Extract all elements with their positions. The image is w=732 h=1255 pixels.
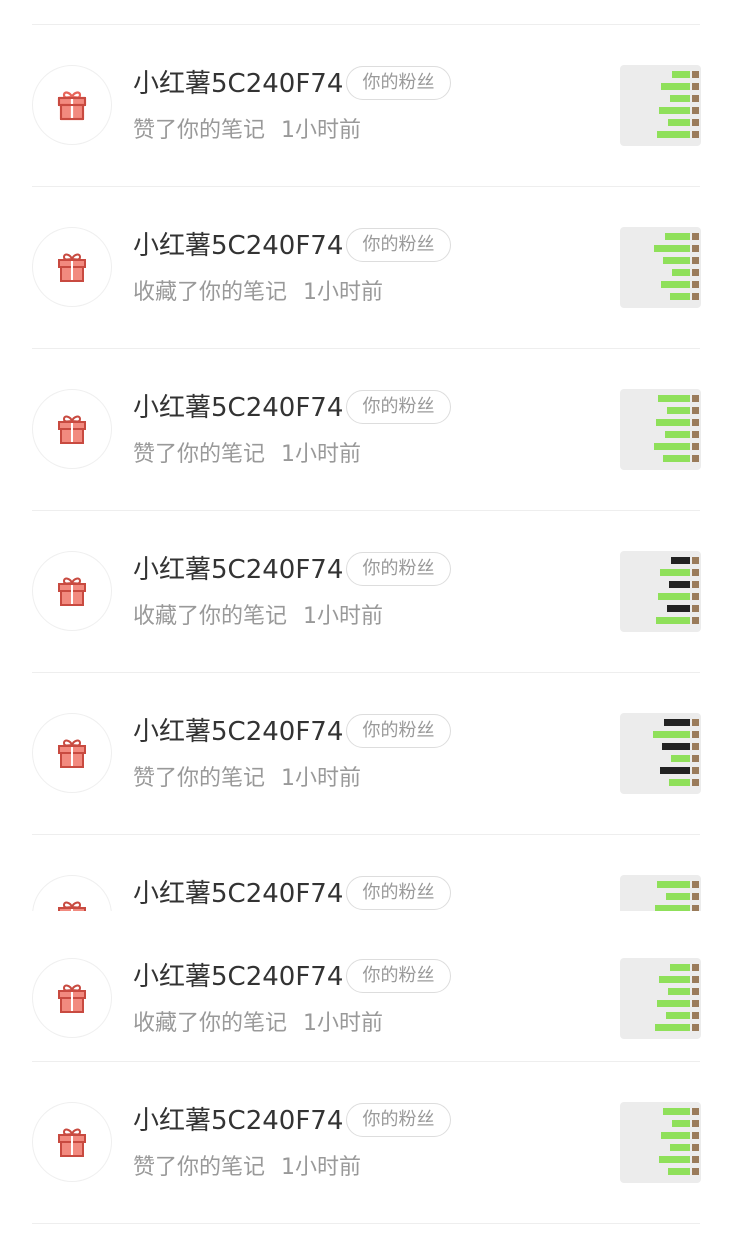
avatar[interactable] bbox=[32, 65, 112, 145]
user-name[interactable]: 小红薯5C240F74 bbox=[133, 390, 343, 426]
action-text: 收藏了你的笔记 bbox=[133, 604, 288, 629]
gift-icon bbox=[58, 577, 86, 606]
timestamp: 1小时前 bbox=[303, 280, 384, 305]
fan-badge: 你的粉丝 bbox=[346, 959, 451, 993]
note-thumbnail[interactable] bbox=[620, 875, 701, 911]
gift-icon bbox=[58, 739, 86, 768]
notification-item[interactable]: 小红薯5C240F74 你的粉丝 收藏了你的笔记 1小时前 bbox=[0, 917, 732, 1079]
notification-list: 小红薯5C240F74 你的粉丝 赞了你的笔记 1小时前 小红薯5C240F74 … bbox=[0, 0, 732, 1255]
avatar[interactable] bbox=[32, 875, 112, 911]
fan-badge: 你的粉丝 bbox=[346, 1103, 451, 1137]
fan-badge: 你的粉丝 bbox=[346, 714, 451, 748]
action-text: 收藏了你的笔记 bbox=[133, 280, 288, 305]
gift-icon bbox=[58, 1128, 86, 1157]
note-thumbnail[interactable] bbox=[620, 1102, 701, 1183]
chat-screenshot-thumbnail-icon bbox=[656, 557, 699, 624]
note-thumbnail[interactable] bbox=[620, 227, 701, 308]
chat-screenshot-thumbnail-icon bbox=[657, 71, 699, 138]
gift-icon bbox=[58, 415, 86, 444]
action-line: 赞了你的笔记 1小时前 bbox=[133, 116, 361, 146]
avatar[interactable] bbox=[32, 713, 112, 793]
user-name[interactable]: 小红薯5C240F74 bbox=[133, 228, 343, 264]
gift-icon bbox=[58, 901, 86, 911]
action-line: 收藏了你的笔记 1小时前 bbox=[133, 278, 383, 308]
user-name[interactable]: 小红薯5C240F74 bbox=[133, 552, 343, 588]
chat-screenshot-thumbnail-icon bbox=[655, 881, 699, 911]
notification-item[interactable]: 小红薯5C240F74 你的粉丝 赞了你的笔记 1小时前 bbox=[0, 24, 732, 186]
user-name[interactable]: 小红薯5C240F74 bbox=[133, 66, 343, 102]
avatar[interactable] bbox=[32, 389, 112, 469]
user-name[interactable]: 小红薯5C240F74 bbox=[133, 1103, 343, 1139]
chat-screenshot-thumbnail-icon bbox=[654, 233, 699, 300]
action-line: 收藏了你的笔记 1小时前 bbox=[133, 602, 383, 632]
action-text: 赞了你的笔记 bbox=[133, 766, 266, 791]
notification-block-upper: 小红薯5C240F74 你的粉丝 赞了你的笔记 1小时前 小红薯5C240F74 … bbox=[0, 24, 732, 911]
notification-item[interactable]: 小红薯5C240F74 你的粉丝 赞了你的笔记 1小时前 bbox=[0, 672, 732, 834]
user-name[interactable]: 小红薯5C240F74 bbox=[133, 876, 343, 911]
timestamp: 1小时前 bbox=[303, 604, 384, 629]
separator bbox=[32, 1223, 700, 1224]
notification-item[interactable]: 小红薯5C240F74 你的粉丝 收藏了你的笔记 1小时前 bbox=[0, 186, 732, 348]
fan-badge: 你的粉丝 bbox=[346, 228, 451, 262]
notification-item[interactable]: 小红薯5C240F74 你的粉丝 赞了你的笔记 1小时前 bbox=[0, 1061, 732, 1223]
gift-icon bbox=[58, 984, 86, 1013]
timestamp: 1小时前 bbox=[281, 1155, 362, 1180]
action-line: 收藏了你的笔记 1小时前 bbox=[133, 1009, 383, 1039]
notification-item[interactable]: 小红薯5C240F74 你的粉丝 赞了你的笔记 1小时前 bbox=[0, 348, 732, 510]
avatar[interactable] bbox=[32, 551, 112, 631]
notification-item[interactable]: 小红薯5C240F74 你的粉丝 收藏了你的笔记 1小时前 bbox=[0, 510, 732, 672]
action-line: 赞了你的笔记 1小时前 bbox=[133, 440, 361, 470]
chat-screenshot-thumbnail-icon bbox=[653, 719, 699, 786]
note-thumbnail[interactable] bbox=[620, 551, 701, 632]
avatar[interactable] bbox=[32, 1102, 112, 1182]
fan-badge: 你的粉丝 bbox=[346, 390, 451, 424]
avatar[interactable] bbox=[32, 227, 112, 307]
note-thumbnail[interactable] bbox=[620, 65, 701, 146]
action-line: 赞了你的笔记 1小时前 bbox=[133, 1153, 361, 1183]
note-thumbnail[interactable] bbox=[620, 958, 701, 1039]
timestamp: 1小时前 bbox=[281, 766, 362, 791]
avatar[interactable] bbox=[32, 958, 112, 1038]
action-text: 赞了你的笔记 bbox=[133, 1155, 266, 1180]
gift-icon bbox=[58, 253, 86, 282]
fan-badge: 你的粉丝 bbox=[346, 876, 451, 910]
timestamp: 1小时前 bbox=[281, 442, 362, 467]
chat-screenshot-thumbnail-icon bbox=[655, 964, 699, 1031]
note-thumbnail[interactable] bbox=[620, 389, 701, 470]
chat-screenshot-thumbnail-icon bbox=[659, 1108, 699, 1175]
action-line: 赞了你的笔记 1小时前 bbox=[133, 764, 361, 794]
action-text: 赞了你的笔记 bbox=[133, 118, 266, 143]
fan-badge: 你的粉丝 bbox=[346, 552, 451, 586]
gift-icon bbox=[57, 91, 87, 121]
note-thumbnail[interactable] bbox=[620, 713, 701, 794]
timestamp: 1小时前 bbox=[281, 118, 362, 143]
user-name[interactable]: 小红薯5C240F74 bbox=[133, 959, 343, 995]
action-text: 赞了你的笔记 bbox=[133, 442, 266, 467]
action-text: 收藏了你的笔记 bbox=[133, 1011, 288, 1036]
user-name[interactable]: 小红薯5C240F74 bbox=[133, 714, 343, 750]
notification-item[interactable]: 小红薯5C240F74 你的粉丝 bbox=[0, 834, 732, 911]
fan-badge: 你的粉丝 bbox=[346, 66, 451, 100]
timestamp: 1小时前 bbox=[303, 1011, 384, 1036]
chat-screenshot-thumbnail-icon bbox=[654, 395, 699, 462]
notification-block-lower: 小红薯5C240F74 你的粉丝 收藏了你的笔记 1小时前 小红薯5C240F74… bbox=[0, 911, 732, 1255]
